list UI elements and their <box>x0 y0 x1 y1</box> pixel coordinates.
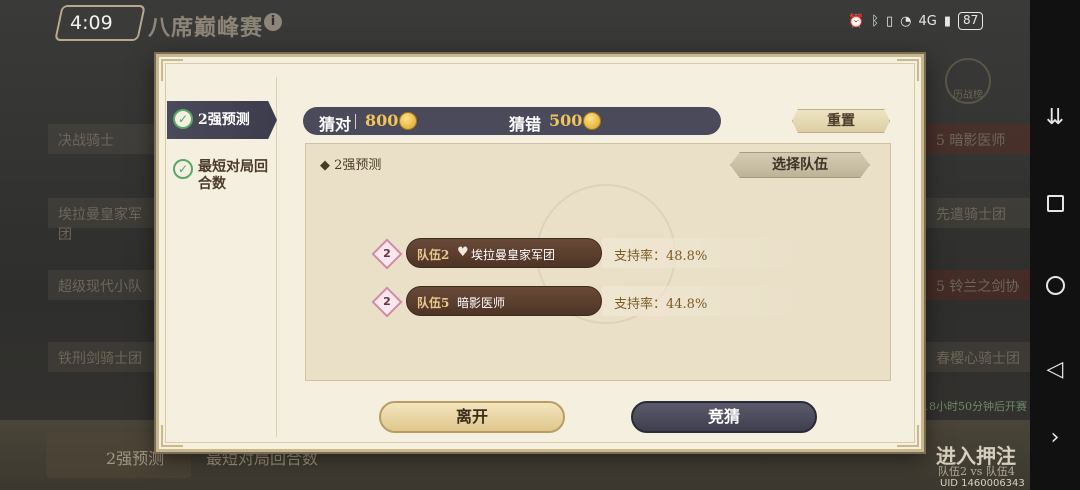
battery-indicator: 87 <box>958 12 984 30</box>
heart-icon: ♥ <box>457 245 469 260</box>
bg-left-row: 决战骑士 <box>48 124 158 154</box>
page-title: 八席巅峰赛 <box>148 15 264 41</box>
alarm-icon: ⏰ <box>848 13 865 29</box>
bg-left-row: 铁刑剑骑士团 <box>48 342 158 372</box>
bg-left-row: 超级现代小队 <box>48 270 158 300</box>
bg-left-row: 埃拉曼皇家军团 <box>48 198 158 243</box>
rank-number: 2 <box>383 295 391 308</box>
team-pill: 队伍2 ♥ 埃拉曼皇家军团 <box>406 238 602 268</box>
sidebar-item-label: 2强预测 <box>198 112 250 128</box>
support-rate-bar: 支持率：48.8% <box>602 238 812 268</box>
coin-icon <box>583 112 601 130</box>
collapse-icon[interactable]: ⇊ <box>1030 98 1080 138</box>
dialog-sidebar: ✓ 2强预测 ✓ 最短对局回合数 <box>167 77 277 437</box>
frame-corner <box>897 59 919 81</box>
support-rate: 支持率：44.8% <box>614 297 708 312</box>
wifi-icon: ◔ <box>900 13 912 29</box>
rank-number: 2 <box>383 247 391 260</box>
history-badge[interactable]: 历战榜 <box>945 58 991 104</box>
team-name: 暗影医师 <box>457 296 506 310</box>
uid-label: UID 1460006343 <box>940 478 1025 489</box>
wrong-label: 猜错 <box>509 115 542 134</box>
bg-right-row: 先遣骑士团 <box>926 198 1030 228</box>
reset-button[interactable]: 重置 <box>792 109 890 133</box>
team-name: 埃拉曼皇家军团 <box>471 248 556 262</box>
score-bar: 猜对 800 猜错 500 <box>303 107 721 135</box>
bg-right-row: 春樱心骑士团 <box>926 342 1030 372</box>
team-row[interactable]: 2 队伍2 ♥ 埃拉曼皇家军团 支持率：48.8% <box>370 238 812 270</box>
check-icon: ✓ <box>173 159 193 179</box>
chevron-right-icon[interactable]: › <box>1030 418 1080 458</box>
square-icon <box>1046 195 1064 212</box>
wrong-value: 500 <box>549 111 583 130</box>
prediction-dialog: ✓ 2强预测 ✓ 最短对局回合数 猜对 800 猜错 500 重置 ◆ 2强预测… <box>156 54 924 452</box>
leave-button[interactable]: 离开 <box>379 401 565 433</box>
team-tag: 队伍5 <box>417 296 450 310</box>
signal-icon: ▮ <box>943 13 952 29</box>
system-icons: ⏰ ᛒ ▯ ◔ 4G ▮ 87 <box>848 12 984 30</box>
bg-right-row: 5 暗影医师 <box>926 124 1030 154</box>
home-button[interactable] <box>1030 266 1080 306</box>
check-icon: ✓ <box>173 109 193 129</box>
team-row[interactable]: 2 队伍5 暗影医师 支持率：44.8% <box>370 286 812 318</box>
bluetooth-icon: ᛒ <box>871 13 879 29</box>
enter-bet-subtitle: 队伍2 vs 队伍4 <box>938 465 1015 478</box>
guess-button[interactable]: 竞猜 <box>631 401 817 433</box>
info-icon[interactable]: i <box>264 13 282 31</box>
sidebar-item-shortest-rounds[interactable]: ✓ 最短对局回合数 <box>167 151 277 201</box>
support-rate-bar: 支持率：44.8% <box>602 286 812 316</box>
correct-value: 800 <box>365 111 399 130</box>
bg-right-row: 5 铃兰之剑协 <box>926 270 1030 300</box>
status-bar: 4:09 八席巅峰赛 i ⏰ ᛒ ▯ ◔ 4G ▮ 87 <box>0 0 1030 44</box>
frame-corner <box>897 425 919 447</box>
circle-icon <box>1045 276 1065 295</box>
clock: 4:09 <box>70 12 113 34</box>
sidebar-item-label: 最短对局回合数 <box>198 159 268 192</box>
team-tag: 队伍2 <box>417 248 450 262</box>
support-rate: 支持率：48.8% <box>614 249 708 264</box>
match-timer: 18小时50分钟后开赛 <box>922 400 1027 413</box>
section-title: ◆ 2强预测 <box>320 158 382 173</box>
coin-icon <box>399 112 417 130</box>
prediction-panel: ◆ 2强预测 选择队伍 2 队伍2 ♥ 埃拉曼皇家军团 支持率：48.8% 2 … <box>305 143 891 381</box>
recents-button[interactable] <box>1030 184 1080 224</box>
team-pill: 队伍5 暗影医师 <box>406 286 602 316</box>
correct-label: 猜对 <box>319 115 352 134</box>
sidebar-item-semifinal[interactable]: ✓ 2强预测 <box>167 101 277 139</box>
vibrate-icon: ▯ <box>886 13 894 29</box>
select-team-button[interactable]: 选择队伍 <box>730 152 870 178</box>
network-label: 4G <box>918 13 937 29</box>
system-nav-bar: ⇊ ◁ › <box>1030 0 1080 490</box>
back-button[interactable]: ◁ <box>1030 350 1080 390</box>
